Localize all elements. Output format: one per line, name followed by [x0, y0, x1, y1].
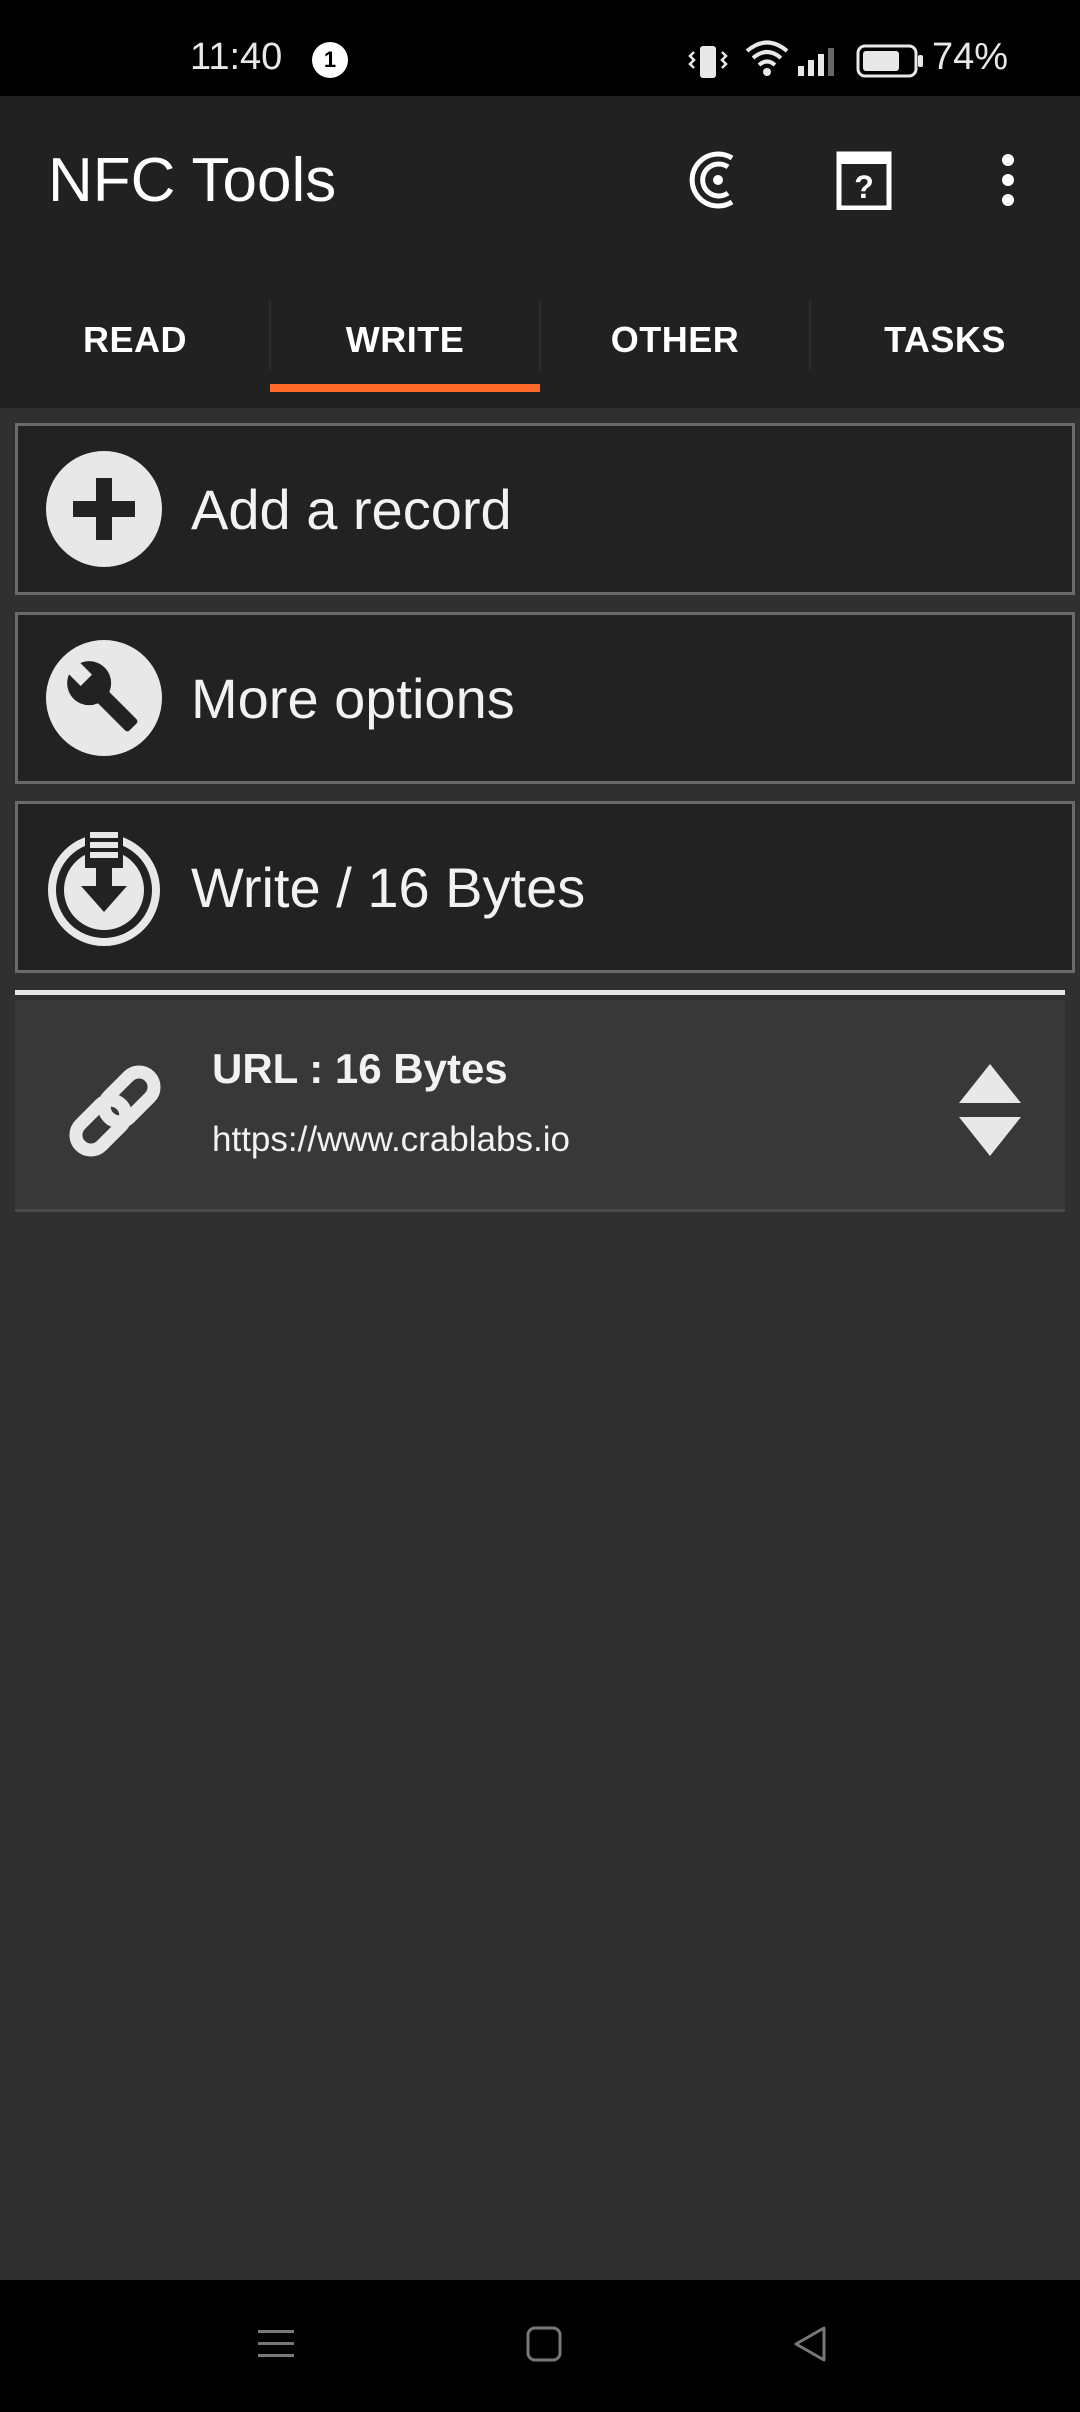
- link-icon: [69, 1065, 161, 1157]
- tab-read[interactable]: READ: [0, 290, 270, 390]
- battery-percent: 74%: [932, 36, 1009, 78]
- write-label: Write / 16 Bytes: [191, 855, 586, 919]
- write-button[interactable]: Write / 16 Bytes: [15, 801, 1075, 973]
- more-options-button[interactable]: More options: [15, 612, 1075, 784]
- help-button[interactable]: ?: [828, 144, 900, 216]
- notification-badge: 1: [312, 42, 348, 78]
- home-icon[interactable]: [524, 2324, 564, 2364]
- status-time: 11:40: [190, 36, 283, 78]
- records-separator: [15, 990, 1065, 995]
- app-title: NFC Tools: [48, 146, 337, 215]
- reorder-handle-icon[interactable]: [955, 1060, 1025, 1160]
- record-divider: [15, 1209, 1065, 1212]
- record-title: URL : 16 Bytes: [212, 1045, 508, 1092]
- tab-tasks[interactable]: TASKS: [810, 290, 1080, 390]
- wifi-icon: [745, 40, 789, 76]
- nfc-scan-button[interactable]: [682, 144, 754, 216]
- write-download-icon: [48, 828, 160, 946]
- nfc-icon: [689, 151, 734, 209]
- battery-icon: [856, 44, 923, 78]
- tab-write[interactable]: WRITE: [270, 290, 540, 390]
- signal-icon: [798, 48, 834, 76]
- back-icon[interactable]: [790, 2324, 830, 2364]
- help-book-icon: ?: [836, 151, 892, 210]
- svg-text:?: ?: [854, 169, 874, 205]
- active-tab-indicator: [270, 384, 540, 392]
- overflow-menu-button[interactable]: [972, 144, 1044, 216]
- tab-other[interactable]: OTHER: [540, 290, 810, 390]
- vibrate-icon: [688, 46, 728, 78]
- more-vert-icon: [1002, 154, 1014, 206]
- wrench-icon: [46, 640, 162, 756]
- add-circle-icon: [46, 451, 162, 567]
- add-record-button[interactable]: Add a record: [15, 423, 1075, 595]
- more-options-label: More options: [191, 666, 515, 730]
- record-value: https://www.crablabs.io: [212, 1120, 570, 1159]
- recent-apps-icon[interactable]: [256, 2324, 296, 2364]
- add-record-label: Add a record: [191, 477, 512, 541]
